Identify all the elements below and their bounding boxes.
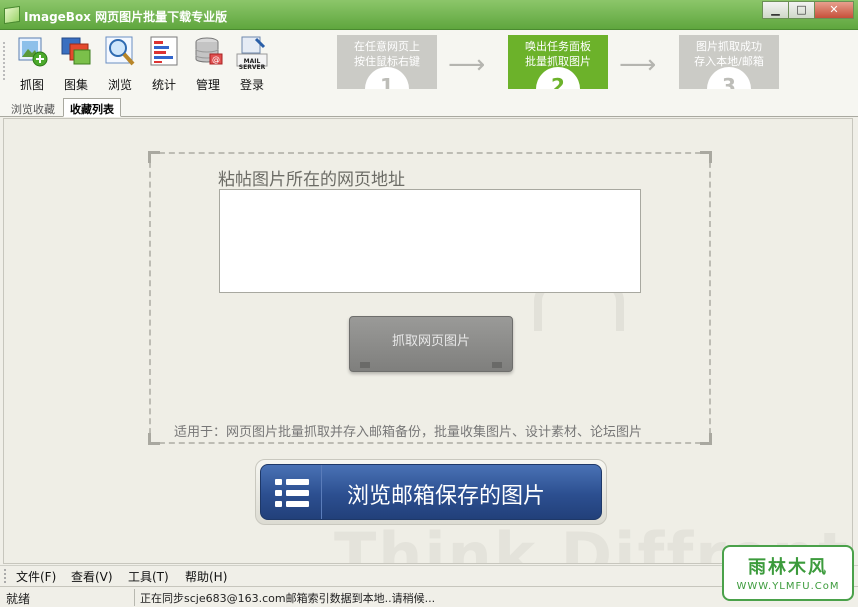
frame-corner	[700, 433, 712, 445]
step-number: 3	[707, 67, 751, 89]
button-foot	[492, 362, 502, 368]
main-panel: Think Diffrent 粘帖图片所在的网页地址 抓取网页图片 适用于：网页…	[3, 118, 853, 564]
grab-page-images-button[interactable]: 抓取网页图片	[349, 316, 513, 372]
site-logo: 雨林木风 WWW.YLMFU.CoM	[722, 545, 854, 601]
browse-button-label: 浏览邮箱保存的图片	[347, 484, 546, 509]
menu-help[interactable]: 帮助(H)	[185, 568, 227, 585]
browse-magnifier-icon	[105, 36, 135, 66]
menu-file[interactable]: 文件(F)	[16, 568, 56, 585]
button-separator	[321, 465, 322, 519]
url-input[interactable]	[219, 189, 641, 293]
toolbar-label: 统计	[151, 78, 176, 92]
window-controls: ▁ □ ✕	[762, 1, 854, 19]
toolbar-label: 浏览	[107, 78, 132, 92]
toolbar-browse-button[interactable]: 浏览	[98, 35, 142, 95]
step-arrow-icon: ⟶	[448, 50, 486, 80]
frame-corner	[700, 151, 712, 163]
grab-image-icon	[18, 37, 48, 67]
usage-description: 适用于：网页图片批量抓取并存入邮箱备份，批量收集图片、设计素材、论坛图片	[174, 425, 643, 440]
status-divider	[134, 589, 135, 606]
browse-mailbox-images-button[interactable]: 浏览邮箱保存的图片	[260, 464, 602, 520]
step-1-card: 在任意网页上 按住鼠标右键 1	[337, 35, 437, 89]
close-button[interactable]: ✕	[814, 1, 854, 19]
status-message: 正在同步scje683@163.com邮箱索引数据到本地..请稍候...	[140, 592, 436, 605]
frame-corner	[148, 151, 160, 163]
tab-browse-favorites[interactable]: 浏览收藏	[4, 98, 62, 117]
window-title: ImageBox 网页图片批量下载专业版	[24, 10, 228, 24]
menu-tools[interactable]: 工具(T)	[128, 568, 169, 585]
step-line-1: 唤出任务面板	[525, 40, 591, 53]
list-icon	[275, 479, 309, 507]
statistics-icon	[150, 36, 178, 66]
toolbar-label: 登录	[239, 78, 264, 92]
status-state: 就绪	[6, 592, 31, 606]
toolbar-statistics-button[interactable]: 统计	[142, 35, 186, 95]
step-3-card: 图片抓取成功 存入本地/邮箱 3	[679, 35, 779, 89]
mail-server-text: MAIL SERVER	[238, 58, 266, 71]
frame-corner	[148, 433, 160, 445]
site-logo-url: WWW.YLMFU.CoM	[736, 581, 840, 592]
site-logo-title: 雨林木风	[748, 557, 828, 578]
svg-text:@: @	[212, 55, 220, 64]
menu-view[interactable]: 查看(V)	[71, 568, 113, 585]
title-bar[interactable]: ImageBox 网页图片批量下载专业版 ▁ □ ✕	[0, 0, 858, 30]
toolbar-grab-button[interactable]: 抓图	[10, 35, 54, 95]
menu-grip	[4, 569, 6, 583]
toolbar-manage-button[interactable]: @ 管理	[186, 35, 230, 95]
button-foot	[360, 362, 370, 368]
toolbar-label: 管理	[195, 78, 220, 92]
browse-mailbox-frame: 浏览邮箱保存的图片	[255, 459, 607, 525]
step-number: 2	[536, 67, 580, 89]
manage-database-icon: @	[195, 37, 223, 65]
url-label: 粘帖图片所在的网页地址	[218, 170, 405, 190]
toolbar-label: 图集	[63, 78, 88, 92]
step-number: 1	[365, 67, 409, 89]
toolbar-login-button[interactable]: MAIL SERVER 登录	[230, 35, 274, 95]
toolbar: 抓图 图集 浏览 统计 @ 管理 MAIL SERVER 登录 在任意网页上 按…	[0, 30, 858, 96]
toolbar-label: 抓图	[19, 78, 44, 92]
step-2-card: 唤出任务面板 批量抓取图片 2	[508, 35, 608, 89]
maximize-button[interactable]: □	[788, 1, 815, 19]
app-box-icon	[4, 5, 20, 25]
grab-button-label: 抓取网页图片	[391, 334, 470, 349]
tab-favorites-list[interactable]: 收藏列表	[63, 98, 121, 117]
step-line-1: 图片抓取成功	[696, 40, 762, 53]
gallery-icon	[61, 37, 91, 65]
tab-bar: 浏览收藏 收藏列表	[0, 96, 858, 117]
toolbar-gallery-button[interactable]: 图集	[54, 35, 98, 95]
minimize-button[interactable]: ▁	[762, 1, 789, 19]
step-line-1: 在任意网页上	[354, 40, 420, 53]
step-arrow-icon: ⟶	[619, 50, 657, 80]
toolbar-grip	[3, 42, 5, 82]
